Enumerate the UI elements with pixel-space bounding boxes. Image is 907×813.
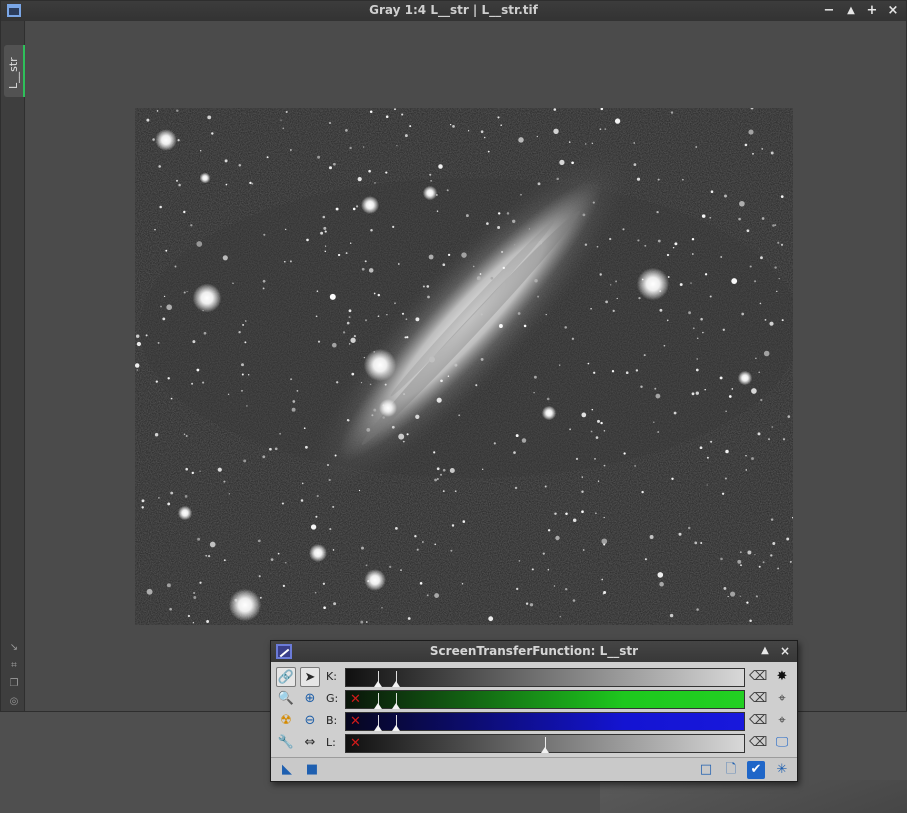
shrink-icon[interactable]: ↘ — [7, 641, 21, 655]
view-tab[interactable]: L__str — [4, 45, 25, 97]
channel-label: G: — [326, 692, 339, 705]
reset-channel-icon[interactable]: ⌫ — [749, 690, 767, 708]
stf-close-button[interactable]: × — [777, 643, 793, 659]
galaxy-image-svg — [135, 108, 793, 625]
channel-row-g: 🔍 ⊕ G: ✕ ⌫ ⌖ — [271, 688, 797, 710]
target-icon[interactable]: ◎ — [7, 695, 21, 709]
stf-dialog: ScreenTransferFunction: L__str ▲ × 🔗 ➤ K… — [270, 640, 798, 782]
channel-disabled-icon[interactable]: ✕ — [350, 714, 361, 730]
zoom-in-icon[interactable]: 🔍 — [276, 689, 296, 709]
window-title: Gray 1:4 L__str | L__str.tif — [369, 3, 538, 17]
channel-label: B: — [326, 714, 338, 727]
midtones-marker[interactable] — [392, 671, 400, 687]
maximize-button[interactable]: + — [864, 3, 880, 19]
apply-global-icon[interactable]: ■ — [303, 761, 321, 779]
channel-row-k: 🔗 ➤ K: ⌫ ✸ — [271, 666, 797, 688]
window-titlebar[interactable]: Gray 1:4 L__str | L__str.tif − ▲ + × — [1, 1, 906, 21]
link-channels-icon[interactable]: 🔗 — [276, 667, 296, 687]
shadows-marker[interactable] — [374, 693, 382, 709]
channel-label: L: — [326, 736, 336, 749]
view-tab-label: L__str — [7, 57, 20, 89]
preview-icon[interactable]: □ — [697, 761, 715, 779]
channel-bar-k[interactable] — [345, 668, 745, 687]
midtones-marker[interactable] — [392, 715, 400, 731]
channel-disabled-icon[interactable]: ✕ — [350, 736, 361, 752]
fit-icon[interactable]: ⌗ — [7, 659, 21, 673]
close-button[interactable]: × — [885, 3, 901, 19]
zoom-plus-icon[interactable]: ⊕ — [300, 689, 320, 709]
reset-channel-icon[interactable]: ⌫ — [749, 668, 767, 686]
channel-bar-l[interactable]: ✕ — [345, 734, 745, 753]
apply-check-icon[interactable]: ✔ — [747, 761, 765, 779]
shadows-marker[interactable] — [374, 671, 382, 687]
reset-channel-icon[interactable]: ⌫ — [749, 712, 767, 730]
channel-disabled-icon[interactable]: ✕ — [350, 692, 361, 708]
clone-icon[interactable]: ❐ — [7, 677, 21, 691]
auto-stretch-icon[interactable]: ✸ — [773, 668, 791, 686]
desktop-shadow — [600, 780, 907, 813]
horizontal-arrows-icon[interactable]: ⇔ — [300, 733, 320, 753]
crosshair-icon[interactable]: ⌖ — [773, 712, 791, 730]
wrench-icon[interactable]: 🔧 — [276, 733, 296, 753]
stf-body: 🔗 ➤ K: ⌫ ✸ 🔍 ⊕ G: ✕ ⌫ ⌖ ☢ ⊖ B: ✕ ⌫ ⌖ 🔧 ⇔… — [271, 662, 797, 757]
stf-shade-button[interactable]: ▲ — [757, 643, 773, 659]
document-icon[interactable]: 🗋 — [722, 761, 740, 779]
channel-bar-g[interactable]: ✕ — [345, 690, 745, 709]
view-side-strip: L__str ↘ ⌗ ❐ ◎ — [1, 21, 25, 711]
shade-button[interactable]: ▲ — [843, 3, 859, 19]
monitor-icon[interactable]: 🖵 — [773, 734, 791, 752]
zoom-out-icon[interactable]: ⊖ — [300, 711, 320, 731]
midtones-marker[interactable] — [541, 737, 549, 753]
channel-row-b: ☢ ⊖ B: ✕ ⌫ ⌖ — [271, 710, 797, 732]
reset-all-icon[interactable]: ✳ — [773, 761, 791, 779]
shadows-marker[interactable] — [374, 715, 382, 731]
new-instance-icon[interactable]: ◣ — [278, 761, 296, 779]
stf-footer: ◣ ■ □ 🗋 ✔ ✳ — [271, 757, 797, 781]
radiation-icon[interactable]: ☢ — [276, 711, 296, 731]
desktop: Gray 1:4 L__str | L__str.tif − ▲ + × L__… — [0, 0, 907, 813]
channel-bar-b[interactable]: ✕ — [345, 712, 745, 731]
midtones-marker[interactable] — [392, 693, 400, 709]
minimize-button[interactable]: − — [821, 3, 837, 19]
channel-row-l: 🔧 ⇔ L: ✕ ⌫ 🖵 — [271, 732, 797, 754]
select-pointer-icon[interactable]: ➤ — [300, 667, 320, 687]
stf-titlebar[interactable]: ScreenTransferFunction: L__str ▲ × — [271, 641, 797, 662]
galaxy-image[interactable] — [135, 108, 793, 625]
stf-title: ScreenTransferFunction: L__str — [429, 644, 639, 658]
reset-channel-icon[interactable]: ⌫ — [749, 734, 767, 752]
crosshair-icon[interactable]: ⌖ — [773, 690, 791, 708]
channel-label: K: — [326, 670, 337, 683]
